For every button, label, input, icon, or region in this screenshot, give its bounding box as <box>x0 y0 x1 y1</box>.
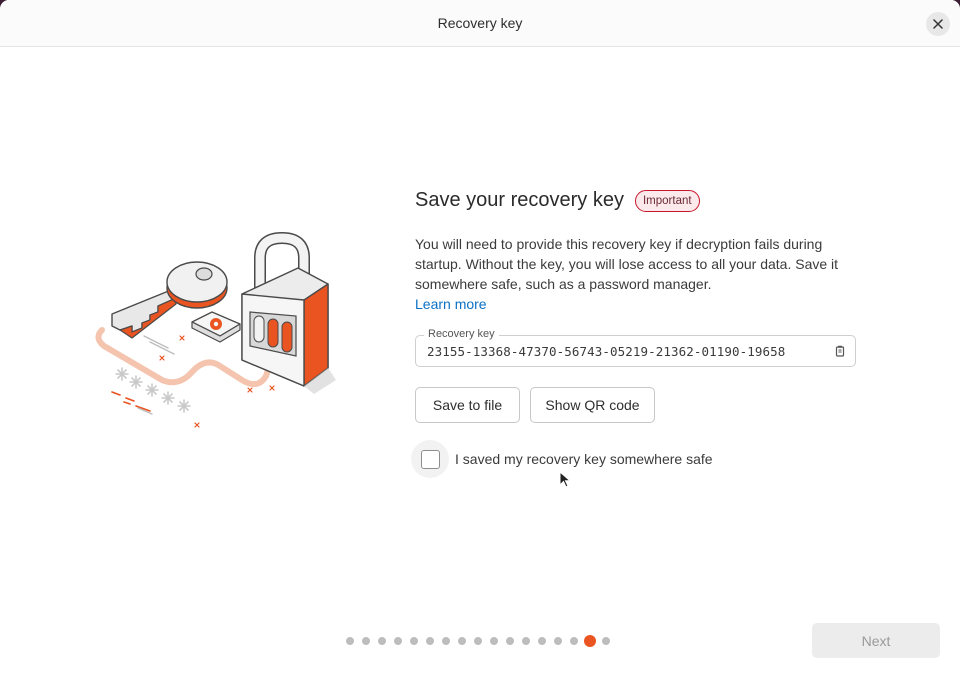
pager-dot <box>554 637 562 645</box>
title-bar: Recovery key <box>0 0 960 47</box>
pager-dot <box>346 637 354 645</box>
pager-dot <box>394 637 402 645</box>
pager-dot <box>602 637 610 645</box>
recovery-key-label: Recovery key <box>424 328 499 340</box>
pager-dot <box>378 637 386 645</box>
pager-dot <box>506 637 514 645</box>
saved-confirm-label[interactable]: I saved my recovery key somewhere safe <box>455 451 713 467</box>
heading-row: Save your recovery key Important <box>415 189 700 212</box>
window-title: Recovery key <box>437 15 523 31</box>
pager-dot <box>426 637 434 645</box>
mouse-pointer-icon <box>559 471 571 488</box>
copy-icon[interactable] <box>835 345 845 357</box>
important-badge: Important <box>634 189 700 212</box>
next-button[interactable]: Next <box>812 623 940 658</box>
recovery-key-value[interactable]: 23155-13368-47370-56743-05219-21362-0119… <box>427 344 785 359</box>
pager-dot <box>490 637 498 645</box>
installer-window: Recovery key Save your recovery key Impo… <box>0 0 960 684</box>
pager-dot <box>538 637 546 645</box>
pager-dot <box>410 637 418 645</box>
page-heading: Save your recovery key <box>415 189 624 211</box>
learn-more-link[interactable]: Learn more <box>415 294 487 314</box>
recovery-key-field[interactable]: Recovery key 23155-13368-47370-56743-052… <box>415 328 856 367</box>
pager-dot <box>522 637 530 645</box>
pager-dot <box>458 637 466 645</box>
key-lock-illustration <box>95 231 336 428</box>
pager-dot <box>442 637 450 645</box>
saved-confirm-checkbox[interactable] <box>421 450 440 469</box>
pager-dot <box>362 637 370 645</box>
pager-dot <box>570 637 578 645</box>
close-button[interactable] <box>926 12 950 36</box>
show-qr-code-button[interactable]: Show QR code <box>530 387 655 423</box>
saved-confirm-checkbox-area[interactable] <box>411 440 449 478</box>
description-text: You will need to provide this recovery k… <box>415 236 839 292</box>
pager-dot-current <box>584 635 596 647</box>
save-to-file-button[interactable]: Save to file <box>415 387 520 423</box>
pager-dot <box>474 637 482 645</box>
close-icon <box>933 19 943 29</box>
